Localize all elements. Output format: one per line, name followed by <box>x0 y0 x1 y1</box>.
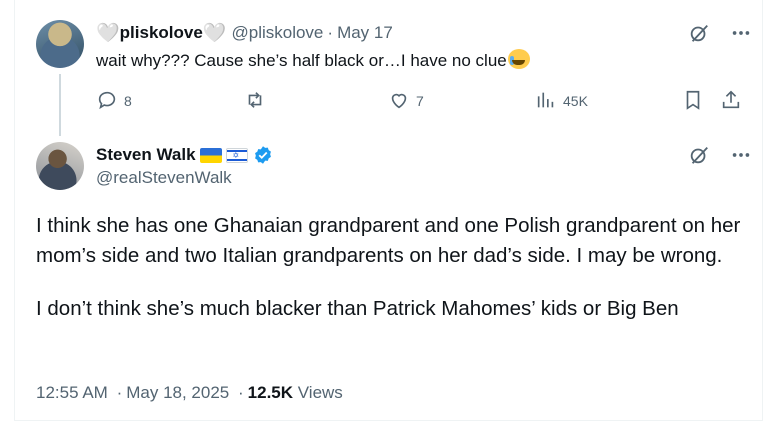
more-options-icon[interactable] <box>730 144 752 171</box>
reply-header: 🤍 pliskolove 🤍 @pliskolove · May 17 <box>96 21 393 45</box>
heart-icon <box>388 89 410 114</box>
grok-icon[interactable] <box>688 144 710 171</box>
like-button[interactable]: 7 <box>388 89 424 114</box>
frame-border-right <box>762 0 763 421</box>
avatar[interactable] <box>36 142 84 190</box>
reply-button[interactable]: 8 <box>96 89 132 114</box>
reply-text: wait why??? Cause she’s half black or…I … <box>96 49 530 71</box>
bookmark-button[interactable] <box>682 89 704 114</box>
repost-icon <box>244 89 266 114</box>
frame-border-left <box>14 0 15 421</box>
repost-button[interactable] <box>244 89 266 114</box>
views-button[interactable]: 45K <box>535 89 588 114</box>
like-count: 7 <box>416 93 424 109</box>
user-handle[interactable]: @pliskolove <box>231 23 323 43</box>
post-date[interactable]: May 17 <box>337 23 393 43</box>
view-count: 12.5K <box>247 383 294 402</box>
loudly-crying-face-icon <box>507 49 530 69</box>
separator: · <box>237 383 244 402</box>
user-handle[interactable]: @realStevenWalk <box>96 168 232 188</box>
post-text: I think she has one Ghanaian grandparent… <box>36 211 748 324</box>
share-button[interactable] <box>720 89 742 114</box>
post-corner-actions <box>688 144 752 171</box>
post-header: Steven Walk ✡ <box>96 143 273 167</box>
analytics-icon <box>535 89 557 114</box>
white-heart-emoji: 🤍 <box>202 22 227 44</box>
thread-connector <box>59 74 61 136</box>
reply-text-content: wait why??? Cause she’s half black or…I … <box>96 51 507 70</box>
israel-flag-icon: ✡ <box>225 147 248 163</box>
avatar[interactable] <box>36 20 84 68</box>
post-date[interactable]: May 18, 2025 <box>126 383 229 402</box>
grok-icon[interactable] <box>688 22 710 49</box>
reply-count: 8 <box>124 93 132 109</box>
bookmark-icon <box>682 89 704 114</box>
reply-corner-actions <box>688 22 752 49</box>
verified-badge-icon[interactable] <box>253 145 273 165</box>
display-name[interactable]: pliskolove <box>120 23 203 43</box>
post-paragraph: I don’t think she’s much blacker than Pa… <box>36 297 679 320</box>
reply-icon <box>96 89 118 114</box>
more-options-icon[interactable] <box>730 22 752 49</box>
share-icon <box>720 89 742 114</box>
separator: · <box>116 383 123 402</box>
views-label: Views <box>297 383 343 402</box>
white-heart-emoji: 🤍 <box>96 22 120 44</box>
post-time[interactable]: 12:55 AM <box>36 383 108 402</box>
post-metadata: 12:55 AM · May 18, 2025 · 12.5K Views <box>36 383 343 403</box>
ukraine-flag-icon <box>199 147 222 163</box>
separator: · <box>327 23 334 42</box>
display-name[interactable]: Steven Walk <box>96 145 196 165</box>
view-count: 45K <box>563 93 588 109</box>
post-paragraph: I think she has one Ghanaian grandparent… <box>36 214 741 267</box>
